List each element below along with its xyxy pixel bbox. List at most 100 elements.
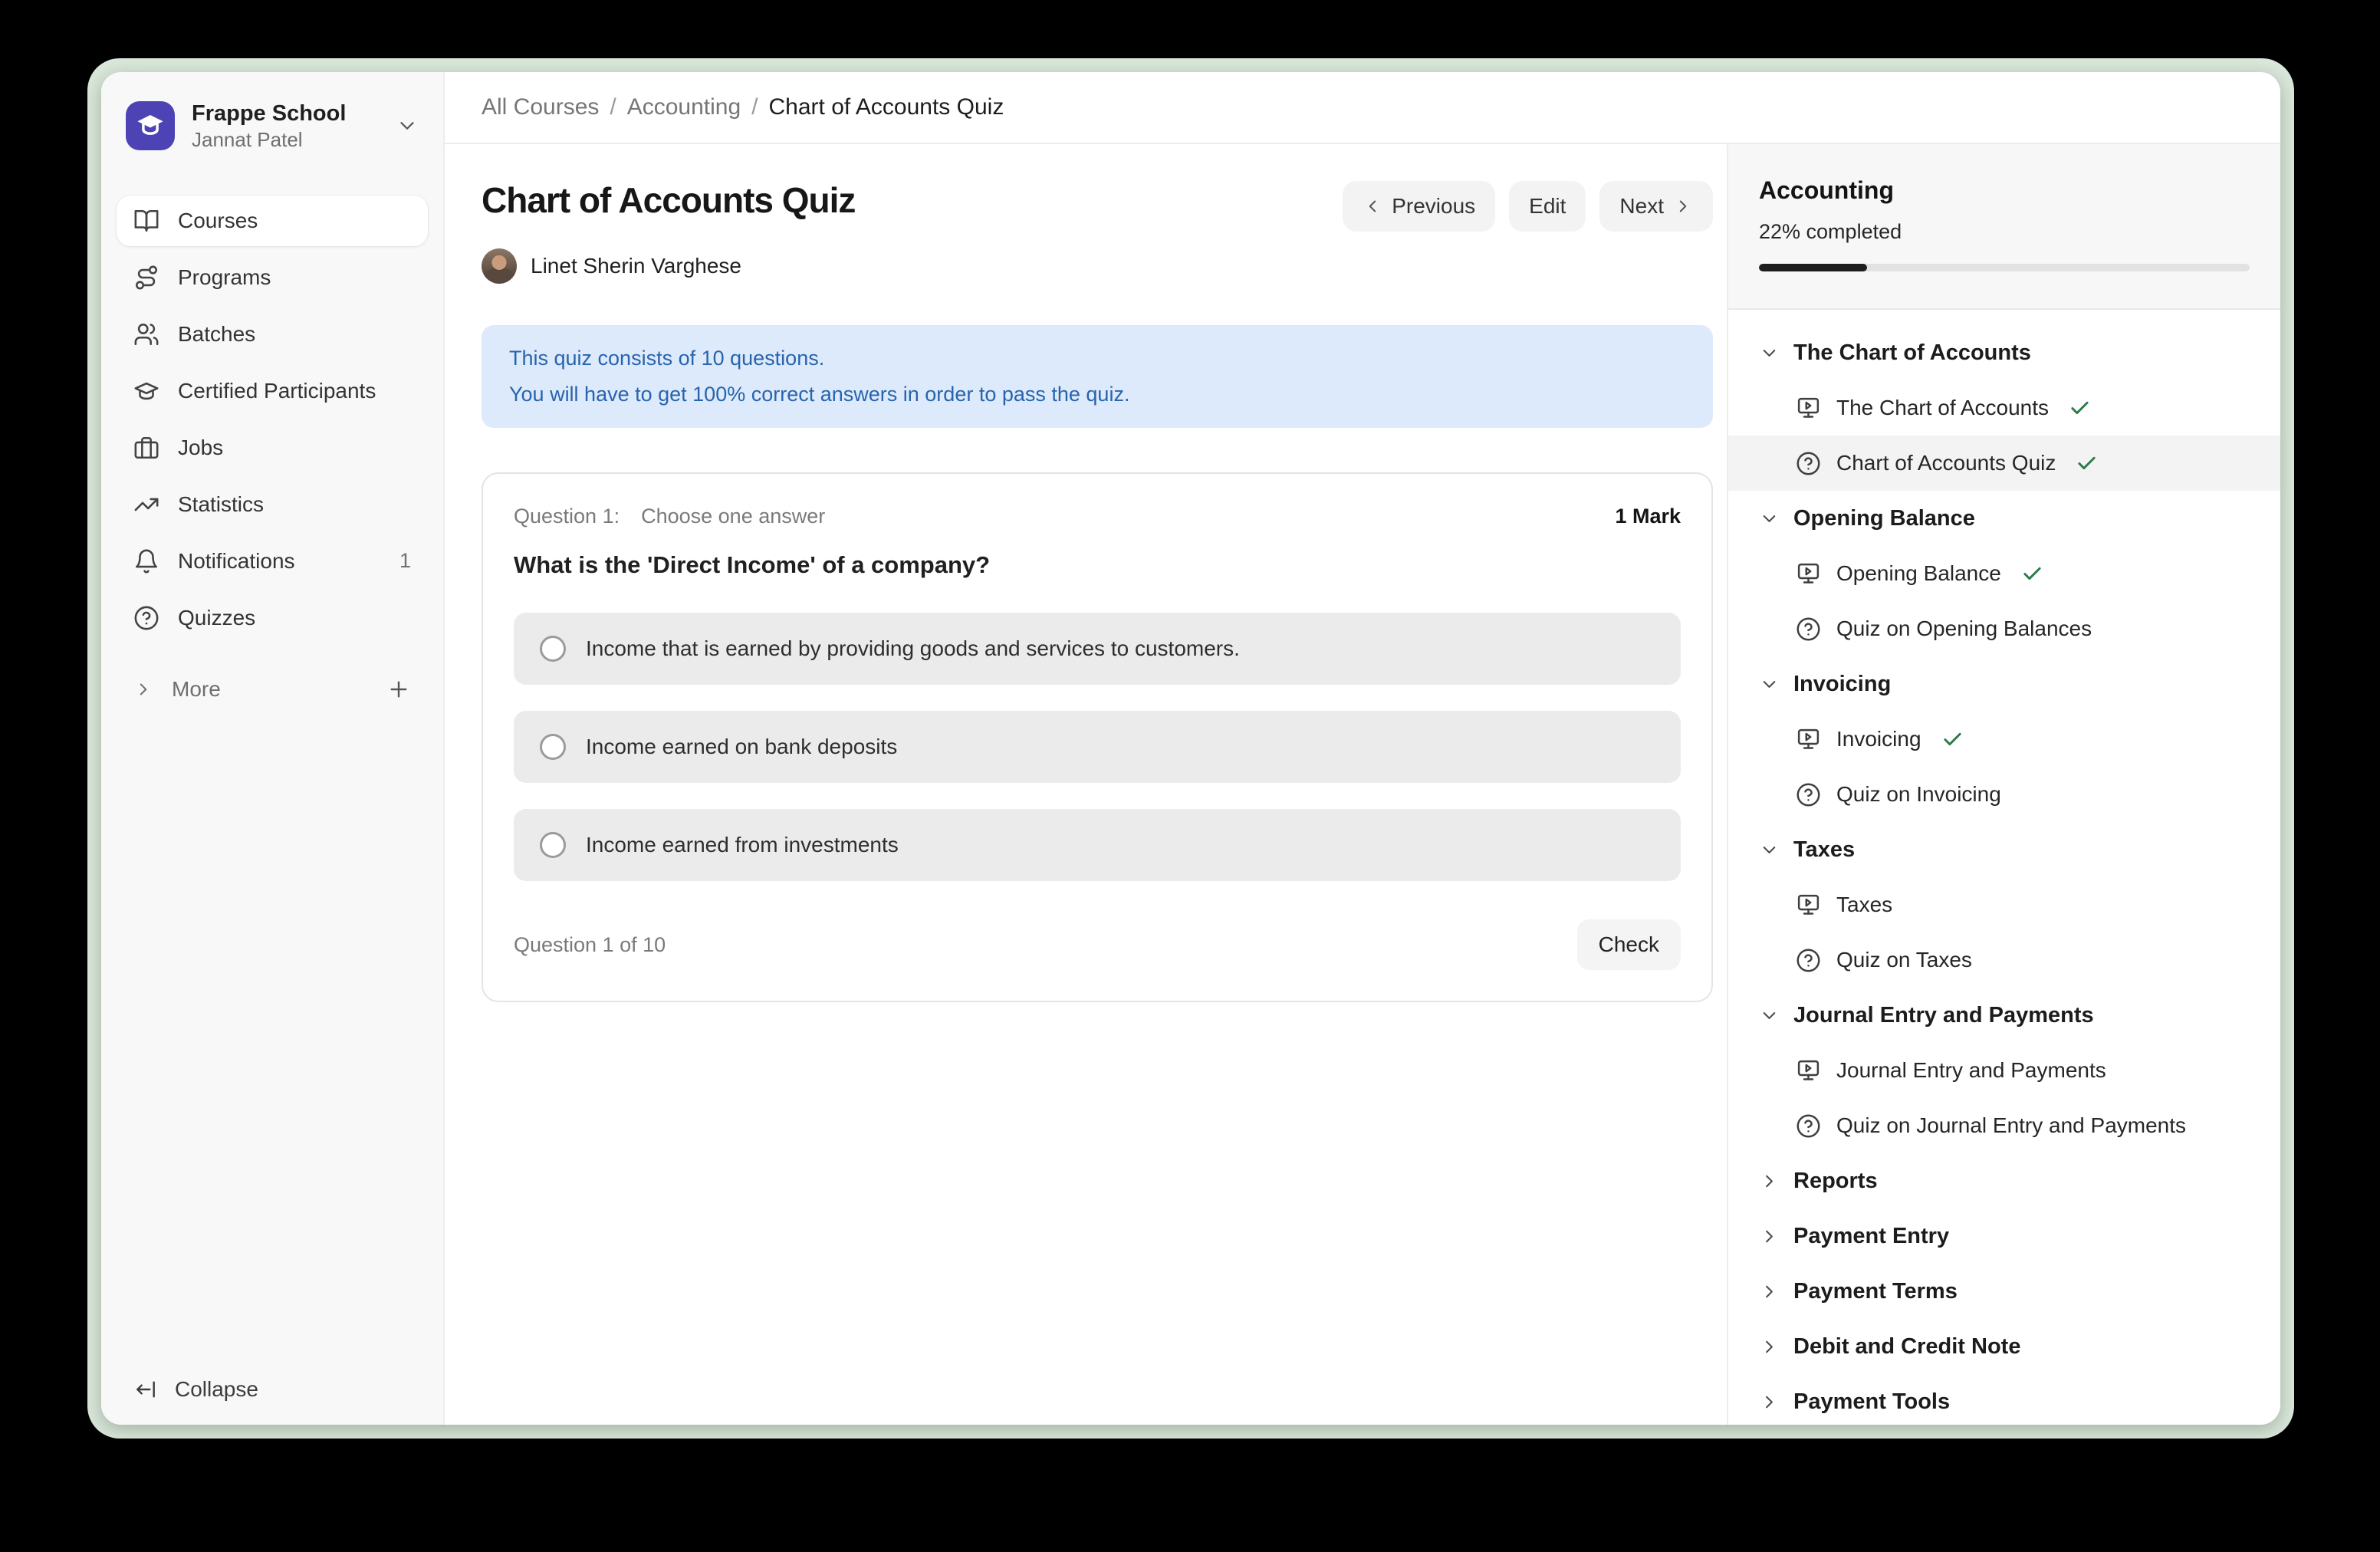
main-column: All Courses / Accounting / Chart of Acco…: [445, 72, 2280, 1425]
quiz-icon: [1796, 948, 1821, 973]
plus-icon[interactable]: [386, 677, 411, 702]
lesson-quiz-on-invoicing[interactable]: Quiz on Invoicing: [1728, 767, 2280, 822]
option-label: Income earned from investments: [586, 833, 899, 857]
left-sidebar: Frappe School Jannat Patel Courses Progr…: [101, 72, 445, 1425]
brand-text: Frappe School Jannat Patel: [192, 100, 346, 153]
sidebar-item-notifications[interactable]: Notifications 1: [117, 536, 428, 587]
chevron-right-icon: [1759, 1392, 1780, 1412]
breadcrumb-all-courses[interactable]: All Courses: [482, 94, 599, 120]
quiz-icon: [1796, 782, 1821, 807]
breadcrumb-accounting[interactable]: Accounting: [627, 94, 741, 120]
lesson-label: Quiz on Journal Entry and Payments: [1836, 1113, 2186, 1138]
previous-button[interactable]: Previous: [1343, 181, 1495, 232]
breadcrumb-separator: /: [610, 94, 616, 120]
book-open-icon: [133, 208, 159, 234]
users-icon: [133, 321, 159, 347]
chapter-label: Payment Tools: [1793, 1389, 1950, 1415]
notice-line-1: This quiz consists of 10 questions.: [509, 347, 1685, 370]
sidebar-collapse-button[interactable]: Collapse: [117, 1377, 428, 1402]
course-progress-header: Accounting 22% completed: [1728, 144, 2280, 310]
edit-label: Edit: [1529, 194, 1566, 219]
course-outline-panel: Accounting 22% completed The Chart of Ac…: [1727, 144, 2280, 1425]
course-title: Accounting: [1759, 176, 2250, 205]
sidebar-item-statistics[interactable]: Statistics: [117, 479, 428, 530]
answer-options: Income that is earned by providing goods…: [514, 613, 1681, 881]
check-button[interactable]: Check: [1577, 919, 1681, 970]
lesson-icon: [1796, 893, 1821, 918]
next-button[interactable]: Next: [1599, 181, 1713, 232]
chapter-payment-terms[interactable]: Payment Terms: [1728, 1264, 2280, 1319]
lesson-label: Journal Entry and Payments: [1836, 1058, 2106, 1083]
answer-option-2[interactable]: Income earned on bank deposits: [514, 711, 1681, 783]
main-content: Chart of Accounts Quiz Previous Edit: [445, 144, 1727, 1425]
radio-button[interactable]: [540, 832, 566, 858]
course-progress-bar: [1759, 264, 2250, 271]
lesson-journal-entry-and-payments[interactable]: Journal Entry and Payments: [1728, 1043, 2280, 1098]
lesson-opening-balance[interactable]: Opening Balance: [1728, 546, 2280, 601]
chevron-right-icon: [133, 679, 153, 699]
lesson-label: Quiz on Taxes: [1836, 948, 1972, 972]
sidebar-item-batches[interactable]: Batches: [117, 309, 428, 360]
lesson-quiz-on-taxes[interactable]: Quiz on Taxes: [1728, 932, 2280, 988]
chapter-label: Taxes: [1793, 837, 1855, 863]
breadcrumb: All Courses / Accounting / Chart of Acco…: [445, 72, 2280, 144]
sidebar-item-quizzes[interactable]: Quizzes: [117, 593, 428, 643]
edit-button[interactable]: Edit: [1509, 181, 1586, 232]
sidebar-spacer: [117, 712, 428, 1377]
chapter-payment-entry[interactable]: Payment Entry: [1728, 1208, 2280, 1264]
quiz-card-footer: Question 1 of 10 Check: [514, 919, 1681, 970]
course-progress-fill: [1759, 264, 1867, 271]
help-circle-icon: [133, 605, 159, 631]
chapter-journal-entry-and-payments[interactable]: Journal Entry and Payments: [1728, 988, 2280, 1043]
chapter-label: Reports: [1793, 1169, 1878, 1194]
sidebar-more-toggle[interactable]: More: [117, 666, 428, 712]
lesson-quiz-on-journal-entry-and-payments[interactable]: Quiz on Journal Entry and Payments: [1728, 1098, 2280, 1153]
lesson-invoicing[interactable]: Invoicing: [1728, 712, 2280, 767]
lesson-chart-of-accounts-quiz[interactable]: Chart of Accounts Quiz: [1728, 436, 2280, 491]
chapter-payment-tools[interactable]: Payment Tools: [1728, 1374, 2280, 1425]
completed-check-icon: [2021, 563, 2043, 585]
sidebar-item-courses[interactable]: Courses: [117, 196, 428, 246]
question-number-label: Question 1:: [514, 505, 620, 528]
quiz-card: Question 1: Choose one answer 1 Mark Wha…: [482, 472, 1713, 1002]
radio-button[interactable]: [540, 636, 566, 662]
question-marks: 1 Mark: [1615, 505, 1681, 528]
question-instruction: Choose one answer: [641, 505, 825, 528]
chapter-label: Journal Entry and Payments: [1793, 1003, 2094, 1028]
chapter-label: Invoicing: [1793, 672, 1891, 697]
chapter-opening-balance[interactable]: Opening Balance: [1728, 491, 2280, 546]
lesson-quiz-on-opening-balances[interactable]: Quiz on Opening Balances: [1728, 601, 2280, 656]
lesson-the-chart-of-accounts[interactable]: The Chart of Accounts: [1728, 380, 2280, 436]
chevron-right-icon: [1759, 1171, 1780, 1192]
chapter-debit-and-credit-note[interactable]: Debit and Credit Note: [1728, 1319, 2280, 1374]
app-name: Frappe School: [192, 100, 346, 127]
radio-button[interactable]: [540, 734, 566, 760]
sidebar-item-jobs[interactable]: Jobs: [117, 423, 428, 473]
workspace-switcher[interactable]: Frappe School Jannat Patel: [117, 92, 428, 160]
page-header: Chart of Accounts Quiz Previous Edit: [482, 179, 1713, 232]
sidebar-item-programs[interactable]: Programs: [117, 252, 428, 303]
answer-option-1[interactable]: Income that is earned by providing goods…: [514, 613, 1681, 685]
graduation-cap-icon: [133, 378, 159, 404]
body-row: Chart of Accounts Quiz Previous Edit: [445, 144, 2280, 1425]
chapter-label: Opening Balance: [1793, 506, 1975, 531]
answer-option-3[interactable]: Income earned from investments: [514, 809, 1681, 881]
more-label: More: [172, 677, 221, 702]
lesson-label: Invoicing: [1836, 727, 1921, 751]
breadcrumb-separator: /: [751, 94, 758, 120]
chapter-taxes[interactable]: Taxes: [1728, 822, 2280, 877]
sidebar-item-label: Notifications: [178, 549, 295, 574]
lesson-taxes[interactable]: Taxes: [1728, 877, 2280, 932]
chevron-right-icon: [1673, 196, 1693, 216]
option-label: Income that is earned by providing goods…: [586, 636, 1240, 661]
lesson-label: Chart of Accounts Quiz: [1836, 451, 2056, 475]
sidebar-item-certified-participants[interactable]: Certified Participants: [117, 366, 428, 416]
chapter-label: Debit and Credit Note: [1793, 1334, 2020, 1360]
chapter-label: Payment Entry: [1793, 1224, 1949, 1249]
lesson-label: Opening Balance: [1836, 561, 2001, 586]
chapter-reports[interactable]: Reports: [1728, 1153, 2280, 1208]
user-name: Jannat Patel: [192, 127, 346, 153]
chapter-the-chart-of-accounts[interactable]: The Chart of Accounts: [1728, 325, 2280, 380]
chapter-invoicing[interactable]: Invoicing: [1728, 656, 2280, 712]
chevron-right-icon: [1759, 1337, 1780, 1357]
